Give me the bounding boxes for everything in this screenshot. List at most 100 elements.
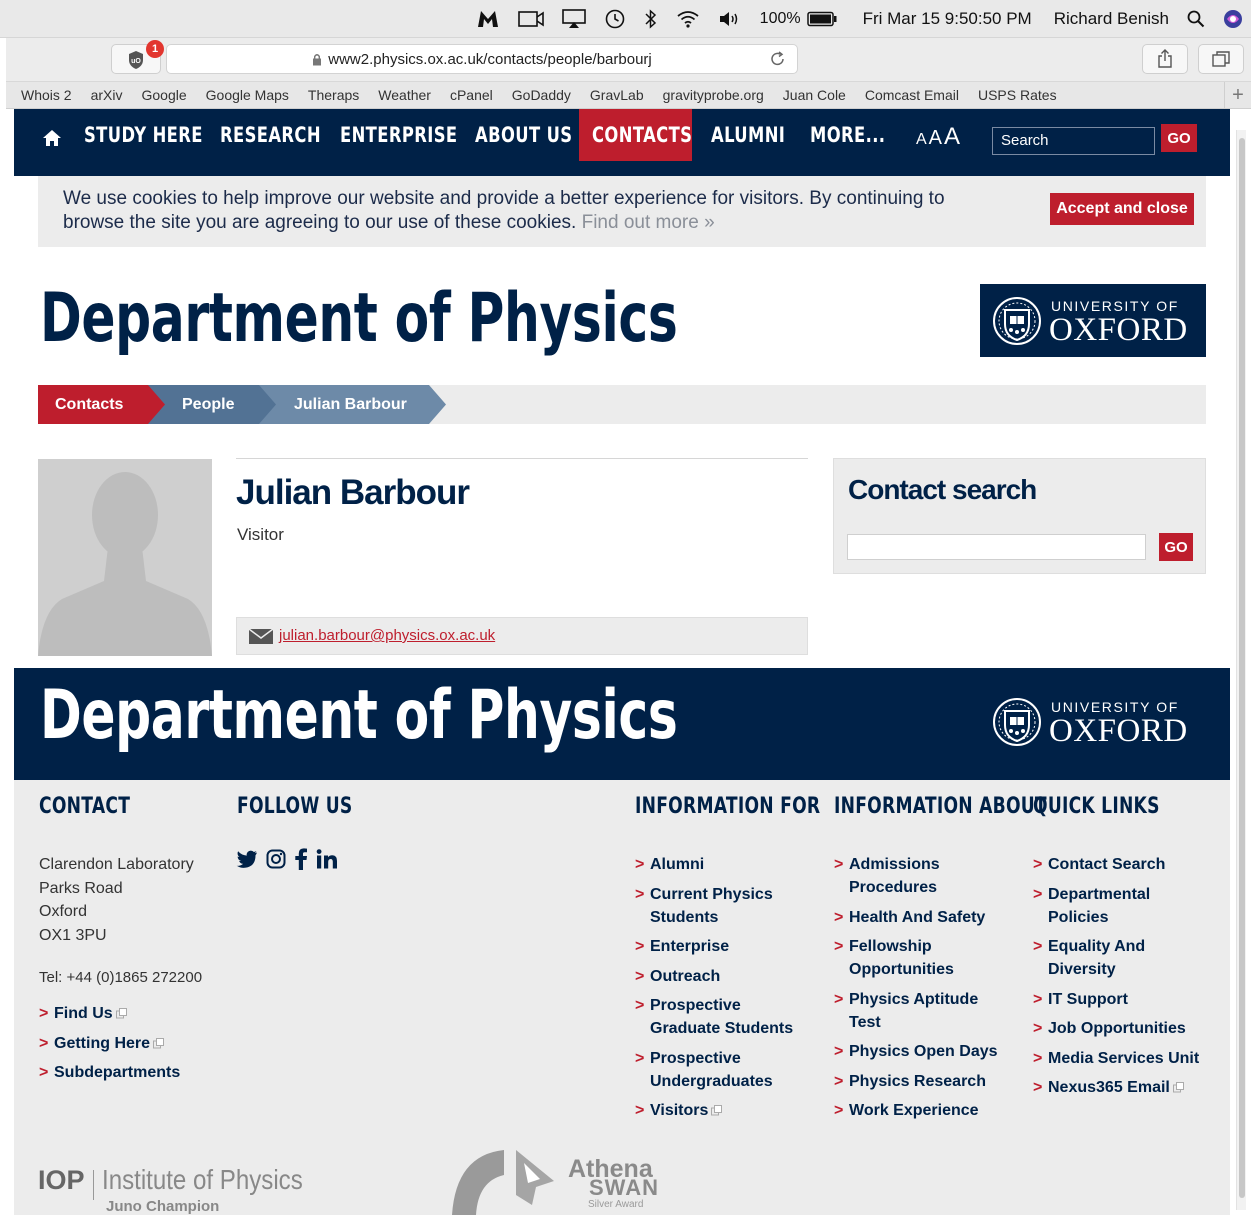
bookmark-gravlab[interactable]: GravLab: [590, 87, 644, 103]
bookmark-whois[interactable]: Whois 2: [21, 87, 72, 103]
battery-percent: 100%: [759, 9, 801, 27]
bookmark-juan-cole[interactable]: Juan Cole: [783, 87, 846, 103]
bookmark-usps-rates[interactable]: USPS Rates: [978, 87, 1057, 103]
envelope-icon: [249, 629, 273, 644]
time-machine-icon[interactable]: [604, 8, 626, 30]
footer-link-it-support[interactable]: IT Support: [1033, 988, 1199, 1011]
contact-search-title: Contact search: [848, 474, 1037, 505]
font-size-medium[interactable]: A: [929, 127, 942, 149]
bookmark-comcast-email[interactable]: Comcast Email: [865, 87, 959, 103]
footer-link-visitors[interactable]: Visitors: [635, 1099, 805, 1122]
footer-quick-links: Contact Search Departmental Policies Equ…: [1033, 853, 1199, 1106]
oxford-logo[interactable]: UNIVERSITY OF OXFORD: [980, 284, 1206, 357]
linkedin-icon[interactable]: [316, 849, 338, 869]
iop-juno-champion-logo[interactable]: IOP Institute of Physics Juno Champion: [38, 1164, 335, 1215]
site-search-go-button[interactable]: GO: [1161, 124, 1197, 152]
bluetooth-icon[interactable]: [644, 8, 658, 29]
twitter-icon[interactable]: [236, 850, 258, 869]
athena-swan-logo[interactable]: Athena SWAN Silver Award: [436, 1145, 658, 1215]
menubar-user[interactable]: Richard Benish: [1054, 9, 1169, 29]
page-scrollbar[interactable]: [1236, 130, 1246, 1210]
oxford-crest-icon: [993, 297, 1041, 345]
footer-oxford-logo[interactable]: UNIVERSITY OF OXFORD: [980, 685, 1206, 758]
external-link-icon: [153, 1037, 165, 1049]
airplay-icon[interactable]: [561, 8, 586, 29]
battery-icon[interactable]: [806, 11, 837, 27]
footer-link-media-services-unit[interactable]: Media Services Unit: [1033, 1047, 1199, 1070]
breadcrumb-contacts[interactable]: Contacts: [55, 385, 123, 424]
nav-study-here[interactable]: STUDY HERE: [84, 109, 203, 161]
home-icon[interactable]: [42, 129, 62, 147]
font-size-large[interactable]: A: [944, 123, 960, 150]
footer-information-about-links: Admissions Procedures Health And Safety …: [834, 853, 998, 1129]
nav-alumni[interactable]: ALUMNI: [711, 109, 785, 161]
footer-link-nexus365-email[interactable]: Nexus365 Email: [1033, 1076, 1199, 1099]
tabs-overview-icon: [1212, 51, 1230, 67]
footer-link-departmental-policies[interactable]: Departmental Policies: [1033, 883, 1173, 929]
bookmark-theraps[interactable]: Theraps: [308, 87, 359, 103]
address-bar[interactable]: www2.physics.ox.ac.uk/contacts/people/ba…: [166, 44, 798, 74]
footer-link-fellowship-opportunities[interactable]: Fellowship Opportunities: [834, 935, 974, 981]
spotlight-search-icon[interactable]: [1187, 10, 1205, 28]
footer-link-subdepartments[interactable]: Subdepartments: [39, 1061, 180, 1084]
add-bookmark-button[interactable]: +: [1224, 82, 1251, 108]
wifi-icon[interactable]: [676, 10, 700, 28]
bookmark-godaddy[interactable]: GoDaddy: [512, 87, 571, 103]
footer-link-getting-here[interactable]: Getting Here: [39, 1032, 180, 1055]
show-tabs-button[interactable]: [1198, 44, 1244, 74]
accept-cookies-button[interactable]: Accept and close: [1050, 193, 1194, 225]
menubar-clock[interactable]: Fri Mar 15 9:50:50 PM: [863, 9, 1032, 29]
footer-link-contact-search[interactable]: Contact Search: [1033, 853, 1199, 876]
nav-research[interactable]: RESEARCH: [220, 109, 321, 161]
siri-icon[interactable]: [1223, 9, 1243, 29]
nav-enterprise[interactable]: ENTERPRISE: [340, 109, 457, 161]
volume-icon[interactable]: [718, 10, 742, 28]
share-button[interactable]: [1142, 44, 1188, 74]
bookmark-cpanel[interactable]: cPanel: [450, 87, 493, 103]
bookmark-arxiv[interactable]: arXiv: [91, 87, 123, 103]
site-search-input[interactable]: Search: [992, 127, 1155, 155]
bookmark-weather[interactable]: Weather: [378, 87, 431, 103]
footer-link-health-and-safety[interactable]: Health And Safety: [834, 906, 998, 929]
footer-link-equality-and-diversity[interactable]: Equality And Diversity: [1033, 935, 1173, 981]
contact-search-go-button[interactable]: GO: [1159, 533, 1193, 561]
person-email-link[interactable]: julian.barbour@physics.ox.ac.uk: [279, 627, 495, 644]
footer-link-physics-open-days[interactable]: Physics Open Days: [834, 1040, 998, 1063]
contact-search-input[interactable]: [847, 534, 1146, 560]
footer-link-prospective-graduate-students[interactable]: Prospective Graduate Students: [635, 994, 805, 1040]
footer-link-admissions-procedures[interactable]: Admissions Procedures: [834, 853, 964, 899]
page-title: Department of Physics: [40, 279, 678, 358]
malwarebytes-icon[interactable]: [476, 9, 500, 29]
font-size-small[interactable]: A: [916, 131, 927, 148]
facebook-icon[interactable]: [294, 848, 308, 870]
nav-contacts[interactable]: CONTACTS: [592, 109, 692, 161]
nav-more[interactable]: MORE...: [810, 109, 885, 161]
footer-link-prospective-undergraduates[interactable]: Prospective Undergraduates: [635, 1047, 785, 1093]
footer-title: Department of Physics: [40, 676, 678, 755]
footer-link-work-experience[interactable]: Work Experience: [834, 1099, 998, 1122]
footer-link-alumni[interactable]: Alumni: [635, 853, 805, 876]
footer-link-job-opportunities[interactable]: Job Opportunities: [1033, 1017, 1199, 1040]
reload-icon[interactable]: [769, 50, 787, 68]
footer-link-current-physics-students[interactable]: Current Physics Students: [635, 883, 800, 929]
footer-link-enterprise[interactable]: Enterprise: [635, 935, 805, 958]
nav-about-us[interactable]: ABOUT US: [475, 109, 572, 161]
breadcrumb: Contacts People Julian Barbour: [38, 385, 1206, 424]
bookmark-gravityprobe[interactable]: gravityprobe.org: [663, 87, 764, 103]
profile-photo-placeholder: [38, 459, 212, 656]
footer-link-physics-aptitude-test[interactable]: Physics Aptitude Test: [834, 988, 994, 1034]
screen-record-icon[interactable]: [517, 10, 544, 28]
breadcrumb-people[interactable]: People: [182, 385, 234, 424]
footer-link-outreach[interactable]: Outreach: [635, 965, 805, 988]
external-link-icon: [115, 1008, 127, 1019]
footer-link-physics-research[interactable]: Physics Research: [834, 1070, 998, 1093]
bookmark-google[interactable]: Google: [141, 87, 186, 103]
footer-banner: Department of Physics UNIVERSITY OF OXFO…: [14, 668, 1230, 780]
scrollbar-thumb[interactable]: [1239, 138, 1245, 1198]
bookmark-google-maps[interactable]: Google Maps: [206, 87, 289, 103]
instagram-icon[interactable]: [266, 849, 286, 869]
ecu-swan-emblem-icon: [452, 1150, 554, 1215]
footer-link-find-us[interactable]: Find Us: [39, 1002, 180, 1025]
share-icon: [1158, 49, 1172, 68]
cookie-find-out-more-link[interactable]: Find out more »: [582, 212, 715, 233]
